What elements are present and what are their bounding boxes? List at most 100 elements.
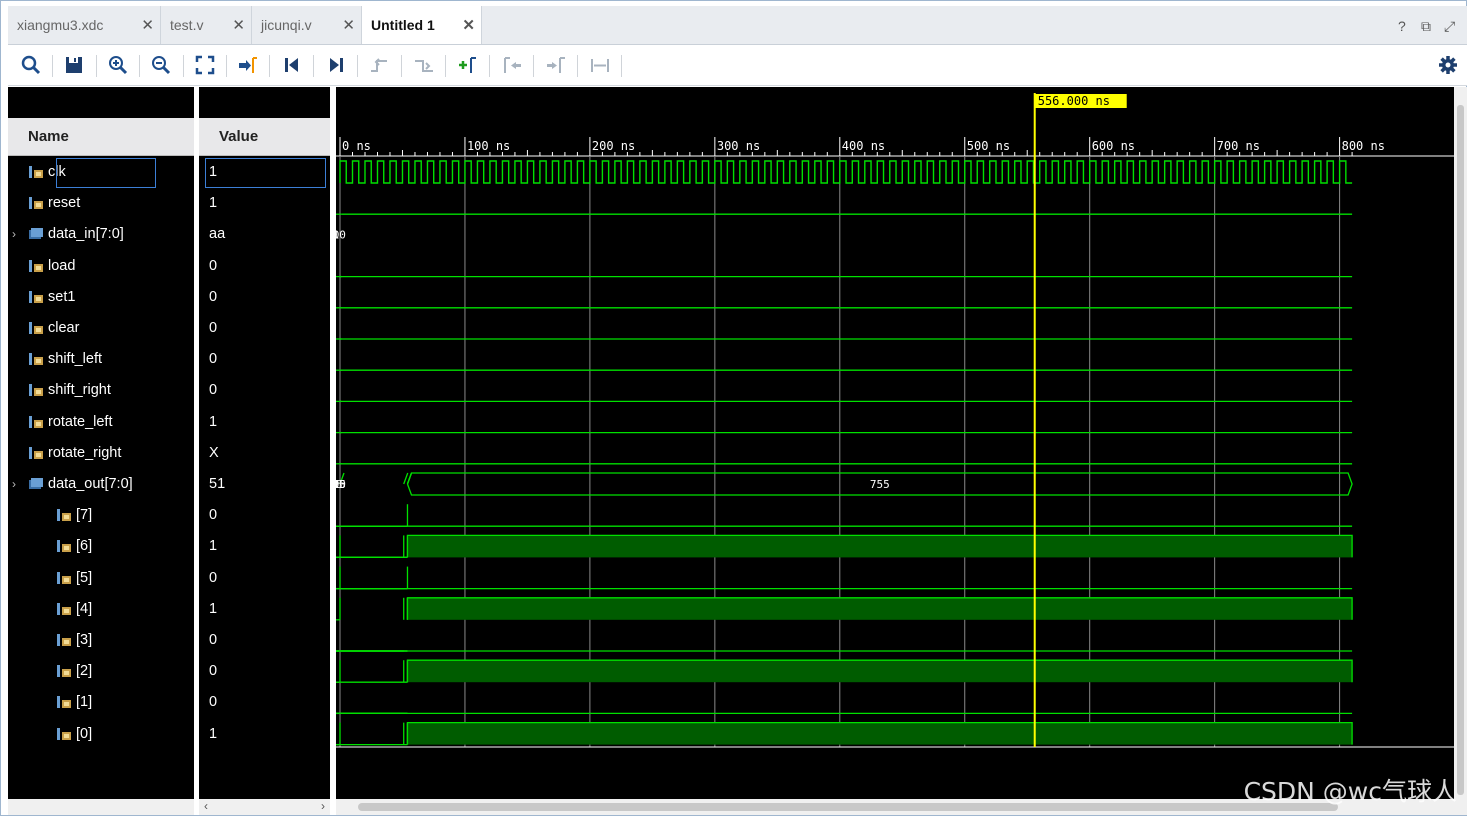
signal-row[interactable]: [4] [40,594,92,624]
timeline-label: 800 ns [1342,139,1385,153]
timeline-label: 100 ns [467,139,510,153]
signal-value: 0 [209,694,218,711]
signal-row[interactable]: [6] [40,531,92,561]
bit-signal-icon [28,290,44,304]
zoom-in-icon[interactable] [104,51,132,79]
bit-signal-icon [28,446,44,460]
tab-jicunqi[interactable]: jicunqi.v ✕ [252,6,362,44]
add-marker-icon[interactable] [454,51,482,79]
signal-row[interactable]: [0] [40,719,92,749]
signal-row[interactable]: [2] [40,656,92,686]
timeline-label: 200 ns [592,139,635,153]
timeline-label: 600 ns [1092,139,1135,153]
signal-row[interactable]: › data_out[7:0] [12,469,133,499]
close-icon[interactable]: ✕ [232,16,245,34]
data-out-bit-2-wave-high [407,660,1353,683]
vertical-scroll-thumb[interactable] [1457,105,1464,795]
signal-value: 0 [209,507,218,524]
signal-row[interactable]: [7] [40,500,92,530]
restore-icon[interactable]: ⧉ [1421,18,1431,35]
goto-last-icon[interactable] [322,51,350,79]
close-icon[interactable]: ✕ [141,16,154,34]
timeline-label: 500 ns [967,139,1010,153]
signal-name: set1 [48,288,76,305]
vertical-scrollbar[interactable] [1454,87,1467,799]
signal-name: [1] [76,694,93,711]
signal-row[interactable]: [3] [40,625,92,655]
signal-value: 0 [209,257,218,274]
signal-value: 0 [209,632,218,648]
maximize-icon[interactable]: ⤢ [1444,18,1455,35]
waveform-canvas[interactable]: 0 ns 100 ns 200 ns 300 ns 400 ns 500 ns 600 ns… [326,87,1454,799]
next-marker-icon[interactable] [542,51,570,79]
prev-marker-icon[interactable] [498,51,526,79]
cursor-time-label: 556.000 ns [1038,94,1110,108]
signal-row[interactable]: shift_right [12,375,111,405]
timeline-label: 700 ns [1217,139,1260,153]
tab-xiangmu3[interactable]: xiangmu3.xdc ✕ [8,6,161,44]
expand-chevron-icon[interactable]: › [12,477,28,491]
signal-name: [7] [76,507,93,524]
signal-name: [5] [76,569,93,586]
timeline-label: 0 ns [342,139,371,153]
close-icon[interactable]: ✕ [462,16,475,34]
expand-chevron-icon[interactable]: › [12,227,28,241]
tab-untitled-1[interactable]: Untitled 1 ✕ [362,6,482,44]
watermark: CSDN @wc气球人 [1243,777,1457,806]
tab-test[interactable]: test.v ✕ [161,6,252,44]
signal-value: 0 [209,320,218,336]
signal-row[interactable]: set1 [12,282,75,312]
name-hscrollbar[interactable] [8,799,194,815]
tab-label: test.v [170,17,204,33]
bit-signal-icon [28,352,44,366]
zoom-out-icon[interactable] [147,51,175,79]
signal-name: [6] [76,538,93,555]
scroll-left-icon[interactable]: ‹ [204,799,208,813]
signal-value: aa [209,226,226,243]
signal-row[interactable]: [5] [40,563,92,593]
selected-name-highlight [56,158,156,188]
signal-row[interactable]: › data_in[7:0] [12,219,124,249]
bit-signal-icon [28,383,44,397]
toolbar [8,45,1467,86]
value-hscrollbar[interactable]: ‹ › [199,799,330,815]
close-icon[interactable]: ✕ [342,16,355,34]
wave-hscroll-thumb[interactable] [358,803,1338,811]
scroll-right-icon[interactable]: › [321,799,325,813]
signal-value: 1 [209,195,218,212]
save-icon[interactable] [60,51,88,79]
name-column-header[interactable]: Name [8,118,194,156]
signal-name: reset [48,195,81,212]
signal-value: 0 [209,663,218,680]
bit-signal-icon [28,259,44,273]
signal-value: X [209,444,219,461]
bit-signal-icon [56,602,72,616]
bit-signal-icon [56,633,72,647]
value-column-header[interactable]: Value [199,118,330,156]
signal-row[interactable]: [1] [40,687,92,717]
bit-signal-icon [56,539,72,553]
signal-row[interactable]: rotate_left [12,407,113,437]
goto-cursor-icon[interactable] [234,51,262,79]
swap-cursors-icon[interactable] [586,51,614,79]
waveform-pane[interactable]: 0 ns 100 ns 200 ns 300 ns 400 ns 500 ns 600 ns… [326,87,1454,799]
signal-row[interactable]: load [12,251,75,281]
signal-row[interactable]: reset [12,188,80,218]
signal-row[interactable]: rotate_right [12,438,121,468]
signal-row[interactable]: clear [12,313,79,343]
data-out-wave-value-label: 755 [870,478,890,491]
data-out-bit-0-wave-high [407,722,1353,745]
goto-first-icon[interactable] [278,51,306,79]
signal-row[interactable]: shift_left [12,344,102,374]
settings-icon[interactable] [1434,51,1462,79]
bit-signal-icon [28,321,44,335]
prev-transition-icon[interactable] [366,51,394,79]
signal-name: load [48,257,76,274]
signal-name: rotate_left [48,413,113,430]
help-icon[interactable]: ? [1398,18,1406,34]
next-transition-icon[interactable] [410,51,438,79]
signal-name: [0] [76,725,93,742]
search-icon[interactable] [17,51,45,79]
timeline-label: 300 ns [717,139,760,153]
zoom-fit-icon[interactable] [191,51,219,79]
